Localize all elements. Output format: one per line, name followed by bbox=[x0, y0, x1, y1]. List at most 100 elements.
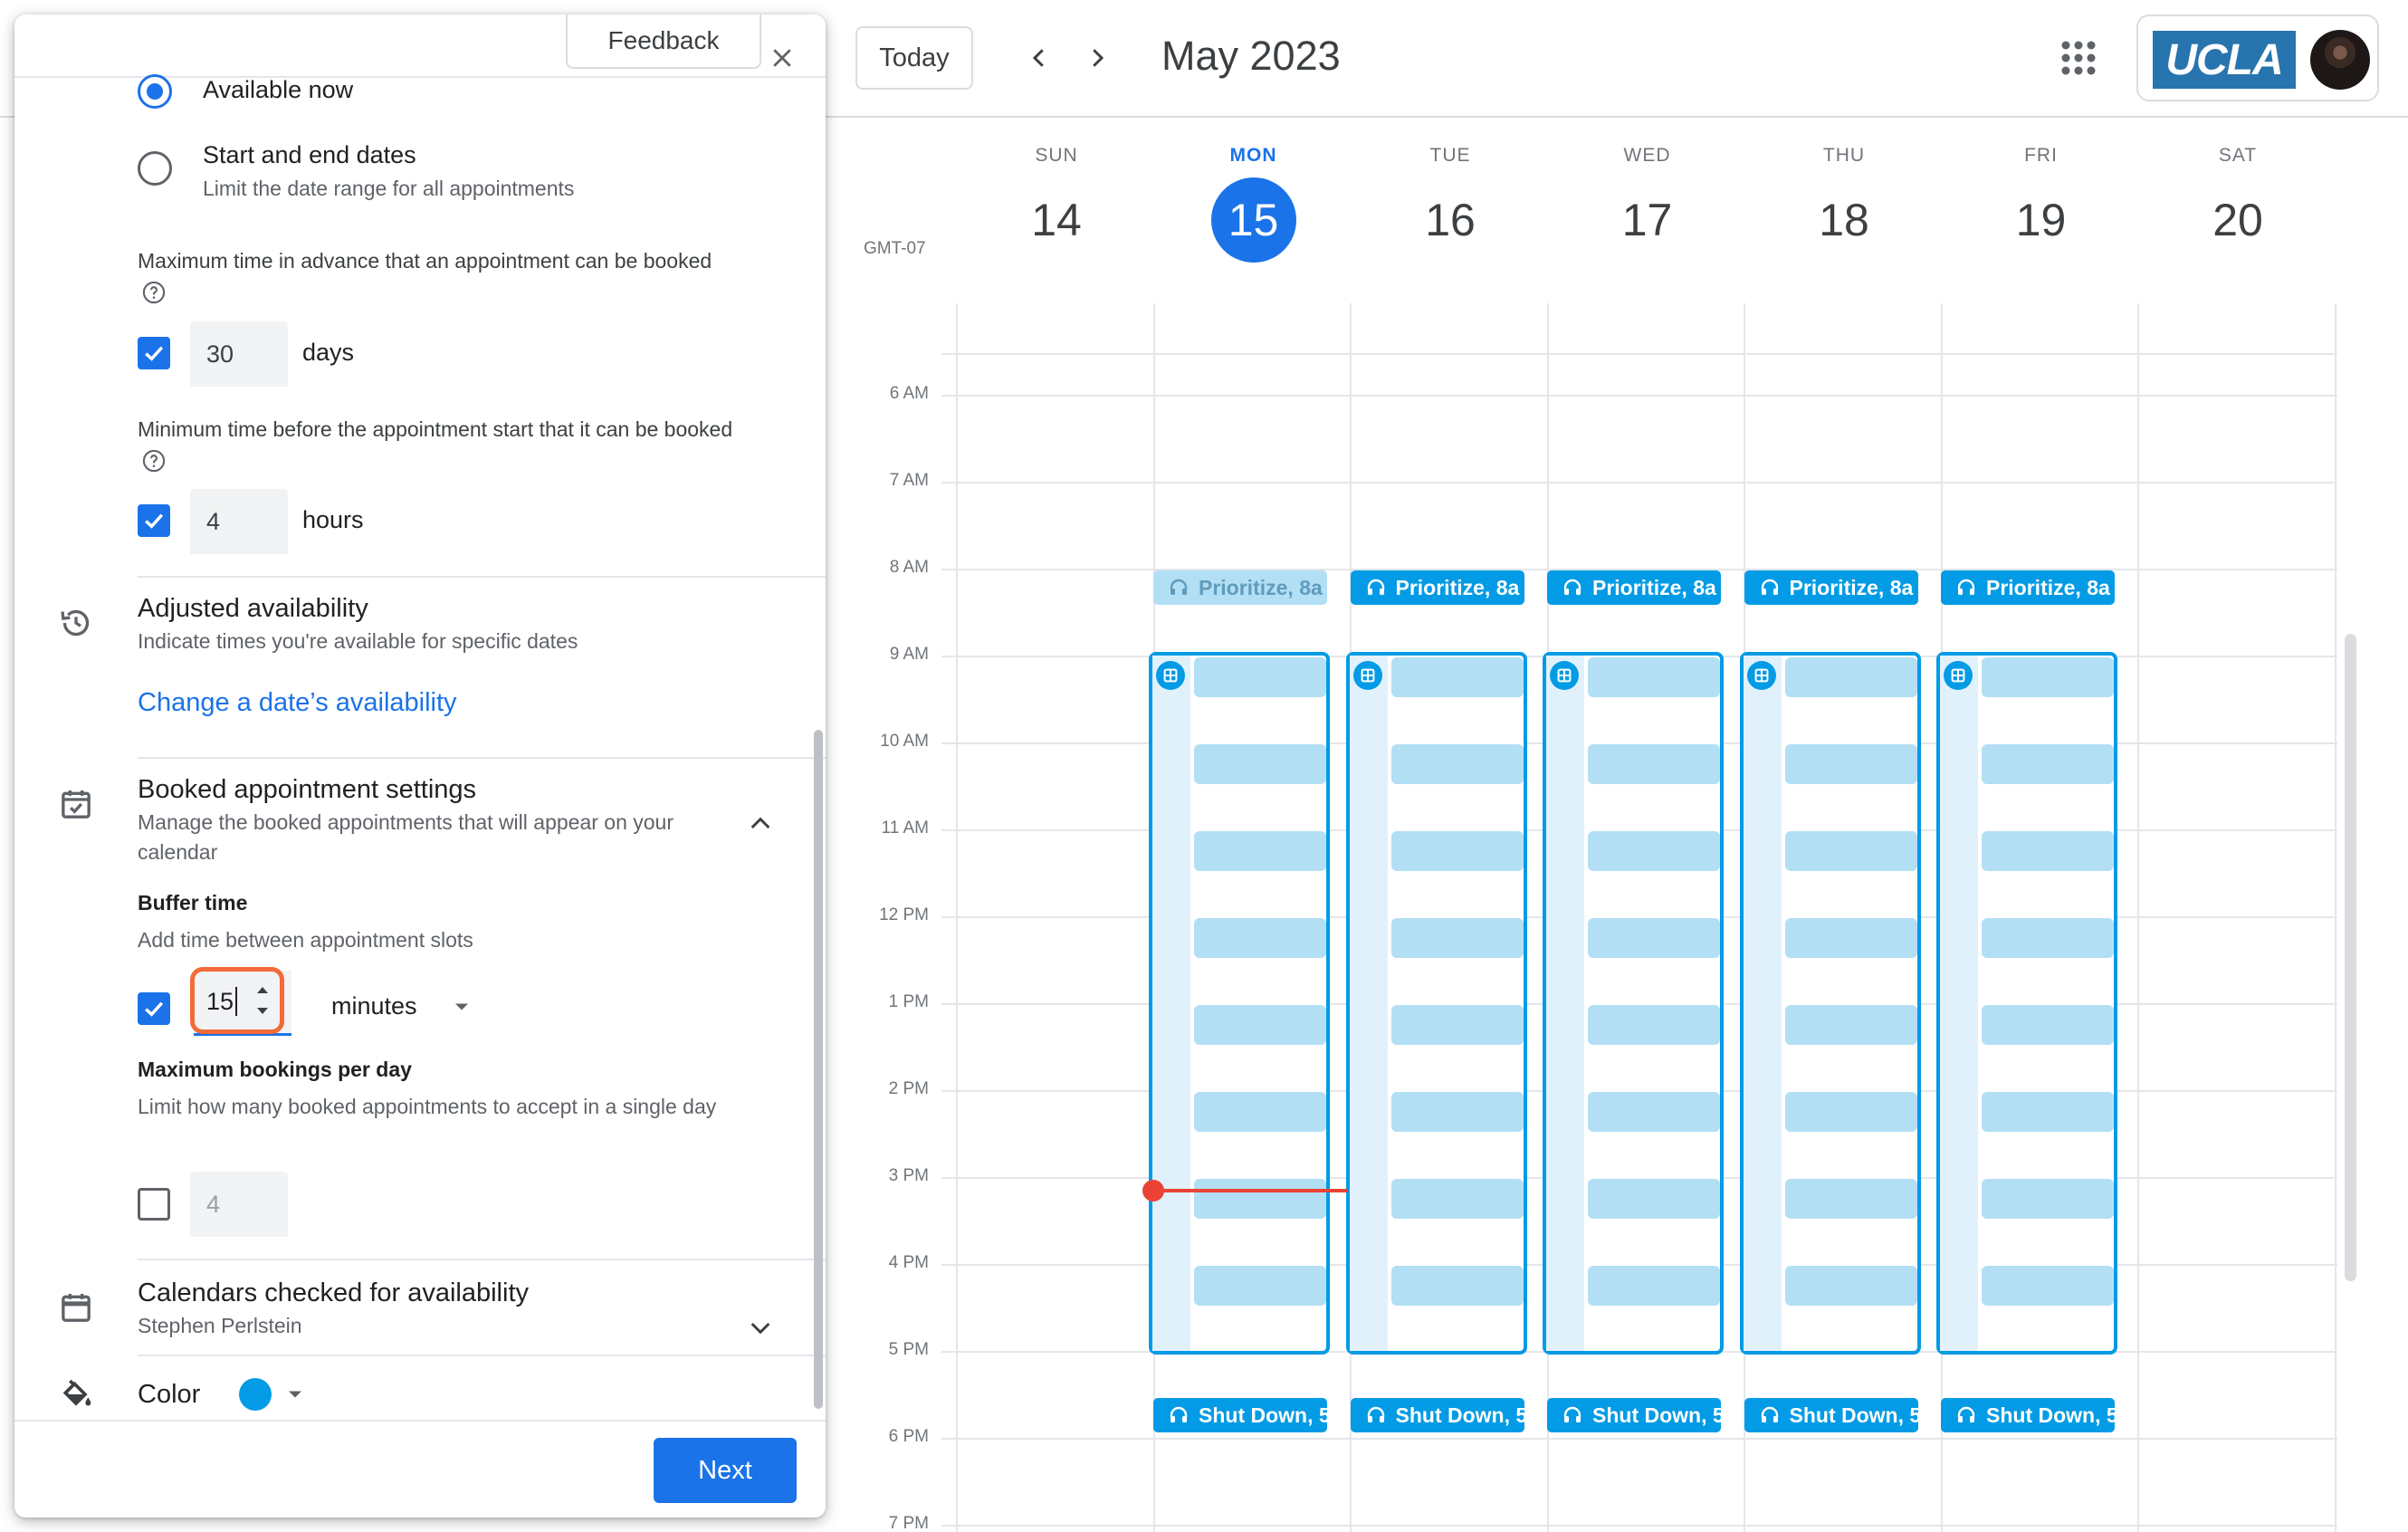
appointment-slot[interactable] bbox=[1982, 744, 2114, 784]
appointment-slot[interactable] bbox=[1982, 1266, 2114, 1306]
appointment-slot[interactable] bbox=[1784, 1266, 1917, 1306]
appointment-slot[interactable] bbox=[1194, 1092, 1326, 1132]
appointment-slot[interactable] bbox=[1390, 918, 1524, 958]
event-prioritize[interactable]: Prioritize, 8a bbox=[1547, 570, 1721, 605]
hour-label: 5 PM bbox=[888, 1340, 929, 1359]
appointment-slot[interactable] bbox=[1390, 1266, 1524, 1306]
feedback-button[interactable]: Feedback bbox=[566, 14, 761, 69]
appointment-slot[interactable] bbox=[1784, 657, 1917, 697]
number-spinner-icon[interactable] bbox=[252, 977, 273, 1024]
appointment-slot[interactable] bbox=[1784, 918, 1917, 958]
calendar-scrollbar[interactable] bbox=[2345, 634, 2356, 1281]
section-divider bbox=[138, 757, 826, 759]
appointment-slot[interactable] bbox=[1982, 1179, 2114, 1219]
appointment-slot[interactable] bbox=[1784, 1005, 1917, 1045]
available-now-radio[interactable] bbox=[138, 74, 172, 109]
appointment-slot[interactable] bbox=[1194, 657, 1326, 697]
appointment-slot[interactable] bbox=[1784, 831, 1917, 871]
dropdown-arrow-icon[interactable] bbox=[282, 1382, 308, 1407]
hour-gridline bbox=[941, 1525, 2337, 1527]
appointment-slot[interactable] bbox=[1982, 657, 2114, 697]
appointment-slot[interactable] bbox=[1588, 744, 1720, 784]
max-advance-checkbox[interactable] bbox=[138, 337, 170, 369]
appointment-slot[interactable] bbox=[1588, 1266, 1720, 1306]
event-prioritize[interactable]: Prioritize, 8a bbox=[1153, 570, 1327, 605]
event-prioritize[interactable]: Prioritize, 8a bbox=[1941, 570, 2115, 605]
appointment-slot[interactable] bbox=[1588, 657, 1720, 697]
appointment-slot[interactable] bbox=[1194, 744, 1326, 784]
min-before-label: Minimum time before the appointment star… bbox=[138, 415, 744, 474]
google-apps-icon[interactable] bbox=[2057, 36, 2100, 80]
account-switcher[interactable]: UCLA bbox=[2136, 14, 2379, 101]
appointment-slot[interactable] bbox=[1588, 1179, 1720, 1219]
next-week-button[interactable] bbox=[1074, 34, 1121, 81]
dropdown-arrow-icon[interactable] bbox=[449, 994, 474, 1020]
color-swatch[interactable] bbox=[239, 1378, 272, 1411]
panel-scrollbar[interactable] bbox=[814, 730, 823, 1409]
appointment-schedule-block[interactable] bbox=[1936, 652, 2117, 1355]
change-date-availability-link[interactable]: Change a date’s availability bbox=[138, 688, 457, 718]
appointment-schedule-panel: Feedback Available now Start and end dat… bbox=[14, 14, 826, 1518]
start-end-dates-desc: Limit the date range for all appointment… bbox=[203, 177, 575, 200]
appointment-block-icon bbox=[1352, 661, 1382, 690]
start-end-dates-radio[interactable] bbox=[138, 151, 172, 186]
appointment-slot[interactable] bbox=[1390, 831, 1524, 871]
event-shut-down[interactable]: Shut Down, 5 bbox=[1547, 1398, 1721, 1432]
event-shut-down[interactable]: Shut Down, 5 bbox=[1153, 1398, 1327, 1432]
min-before-input[interactable]: 4 bbox=[190, 489, 288, 554]
appointment-slot[interactable] bbox=[1390, 1092, 1524, 1132]
appointment-slot[interactable] bbox=[1194, 918, 1326, 958]
appointment-slot[interactable] bbox=[1588, 1005, 1720, 1045]
min-before-checkbox[interactable] bbox=[138, 504, 170, 537]
appointment-slot[interactable] bbox=[1194, 1179, 1326, 1219]
today-button[interactable]: Today bbox=[855, 26, 973, 90]
appointment-block-icon bbox=[1156, 661, 1185, 690]
next-button[interactable]: Next bbox=[654, 1438, 797, 1503]
help-icon[interactable] bbox=[141, 448, 167, 474]
appointment-slot[interactable] bbox=[1390, 1179, 1524, 1219]
appointment-slot[interactable] bbox=[1784, 1092, 1917, 1132]
appointment-slot[interactable] bbox=[1390, 744, 1524, 784]
appointment-slot[interactable] bbox=[1982, 831, 2114, 871]
event-shut-down[interactable]: Shut Down, 5 bbox=[1350, 1398, 1524, 1432]
max-bookings-checkbox[interactable] bbox=[138, 1188, 170, 1221]
appointment-slot[interactable] bbox=[1194, 831, 1326, 871]
hour-label: 11 AM bbox=[881, 819, 929, 838]
buffer-time-checkbox[interactable] bbox=[138, 992, 170, 1025]
appointment-slot[interactable] bbox=[1588, 1092, 1720, 1132]
headset-icon bbox=[1170, 1406, 1188, 1422]
appointment-block-icon bbox=[1746, 661, 1776, 690]
previous-week-button[interactable] bbox=[1016, 34, 1063, 81]
appointment-schedule-block[interactable] bbox=[1149, 652, 1330, 1355]
max-advance-input[interactable]: 30 bbox=[190, 321, 288, 387]
appointment-schedule-block[interactable] bbox=[1345, 652, 1527, 1355]
current-time-line bbox=[1153, 1189, 1348, 1192]
appointment-slot[interactable] bbox=[1194, 1266, 1326, 1306]
start-end-dates-label: Start and end dates bbox=[203, 141, 416, 168]
collapse-booked-settings-button[interactable] bbox=[742, 806, 779, 842]
hour-label: 9 AM bbox=[889, 645, 929, 664]
appointment-schedule-block[interactable] bbox=[1543, 652, 1724, 1355]
appointment-slot[interactable] bbox=[1982, 918, 2114, 958]
appointment-grid-icon bbox=[1951, 668, 1965, 683]
appointment-slot[interactable] bbox=[1390, 1005, 1524, 1045]
day-column-divider bbox=[956, 303, 958, 1532]
appointment-slot[interactable] bbox=[1588, 831, 1720, 871]
expand-calendars-button[interactable] bbox=[742, 1309, 779, 1345]
event-shut-down[interactable]: Shut Down, 5 bbox=[1941, 1398, 2115, 1432]
buffer-unit-select[interactable]: minutes bbox=[331, 992, 417, 1020]
appointment-slot[interactable] bbox=[1982, 1092, 2114, 1132]
help-icon[interactable] bbox=[141, 280, 167, 305]
appointment-slot[interactable] bbox=[1982, 1005, 2114, 1045]
event-shut-down[interactable]: Shut Down, 5 bbox=[1744, 1398, 1918, 1432]
event-prioritize[interactable]: Prioritize, 8a bbox=[1350, 570, 1524, 605]
appointment-slot[interactable] bbox=[1390, 657, 1524, 697]
appointment-schedule-block[interactable] bbox=[1739, 652, 1921, 1355]
avatar[interactable] bbox=[2310, 30, 2370, 90]
appointment-slot[interactable] bbox=[1784, 1179, 1917, 1219]
panel-top-divider bbox=[14, 76, 826, 78]
appointment-slot[interactable] bbox=[1784, 744, 1917, 784]
appointment-slot[interactable] bbox=[1588, 918, 1720, 958]
event-prioritize[interactable]: Prioritize, 8a bbox=[1744, 570, 1918, 605]
appointment-slot[interactable] bbox=[1194, 1005, 1326, 1045]
